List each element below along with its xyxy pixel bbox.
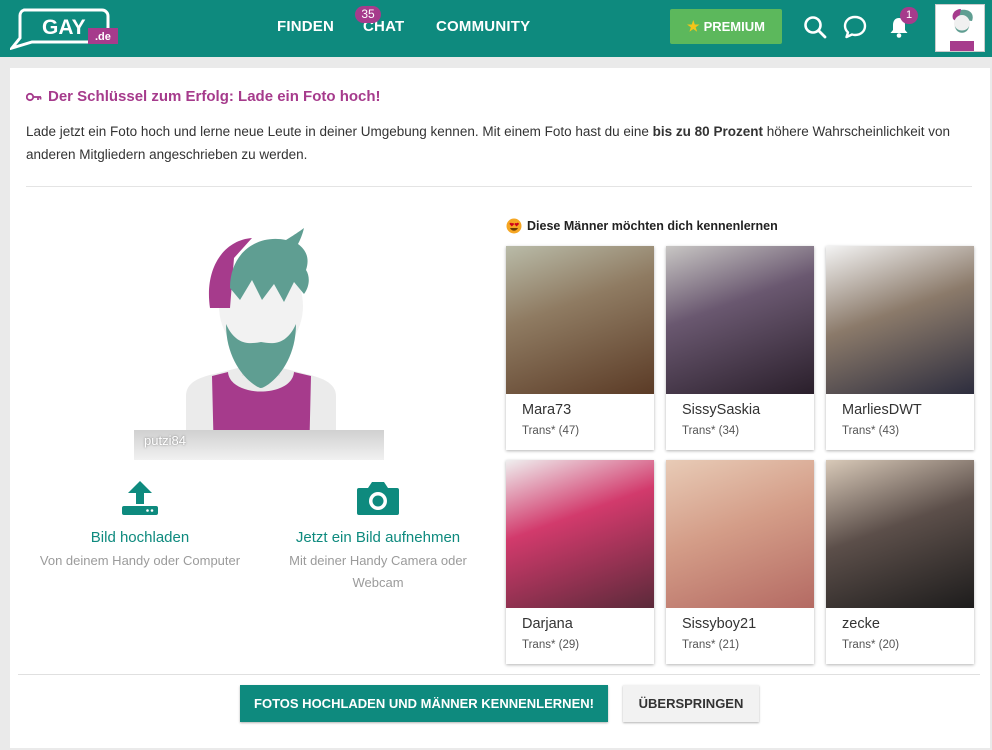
title-text: Der Schlüssel zum Erfolg: Lade ein Foto … [48, 88, 381, 105]
heart-eyes-emoji-icon [506, 218, 522, 234]
skip-button[interactable]: ÜBERSPRINGEN [623, 685, 759, 722]
profile-photo[interactable] [506, 460, 654, 608]
profile-placeholder-image [186, 228, 336, 460]
nav-finden[interactable]: FINDEN [277, 18, 334, 35]
page-title: Der Schlüssel zum Erfolg: Lade ein Foto … [26, 88, 381, 105]
upload-photo-option[interactable]: Bild hochladen Von deinem Handy oder Com… [20, 478, 260, 572]
profile-card[interactable]: Sissyboy21 Trans* (21) [666, 460, 814, 664]
key-icon [26, 92, 42, 101]
profile-photo[interactable] [826, 460, 974, 608]
profile-name[interactable]: zecke [842, 616, 974, 632]
profile-name[interactable]: Sissyboy21 [682, 616, 814, 632]
nav-community[interactable]: COMMUNITY [436, 18, 530, 35]
upload-photos-button[interactable]: FOTOS HOCHLADEN UND MÄNNER KENNENLERNEN! [240, 685, 608, 722]
profile-name[interactable]: SissySaskia [682, 402, 814, 418]
profile-card[interactable]: MarliesDWT Trans* (43) [826, 246, 974, 450]
profile-photo[interactable] [666, 460, 814, 608]
upload-sublabel: Von deinem Handy oder Computer [39, 553, 241, 568]
search-icon[interactable] [802, 14, 828, 40]
intro-text: Lade jetzt ein Foto hoch und lerne neue … [26, 120, 976, 166]
profile-meta: Trans* (47) [522, 425, 580, 437]
profile-card[interactable]: SissySaskia Trans* (34) [666, 246, 814, 450]
profile-card[interactable]: zecke Trans* (20) [826, 460, 974, 664]
intro-highlight: bis zu 80 Prozent [652, 124, 763, 139]
premium-button[interactable]: ★ PREMIUM [670, 9, 782, 44]
username-label: putzi84 [134, 430, 384, 460]
suggestions-heading: Diese Männer möchten dich kennenlernen [506, 218, 778, 234]
gay-de-logo[interactable]: GAY .de [10, 6, 122, 50]
take-photo-option[interactable]: Jetzt ein Bild aufnehmen Mit deiner Hand… [278, 478, 478, 594]
camera-sublabel: Mit deiner Handy Camera oder Webcam [289, 553, 467, 590]
upload-icon [122, 481, 158, 515]
chat-count-badge: 35 [355, 6, 381, 23]
profile-card[interactable]: Mara73 Trans* (47) [506, 246, 654, 450]
suggestions-heading-text: Diese Männer möchten dich kennenlernen [527, 219, 778, 233]
profile-name[interactable]: MarliesDWT [842, 402, 974, 418]
divider [26, 186, 972, 187]
user-avatar[interactable] [935, 4, 985, 52]
profile-meta: Trans* (21) [682, 639, 740, 651]
profile-meta: Trans* (43) [842, 425, 900, 437]
svg-text:GAY: GAY [42, 16, 86, 39]
bottom-divider [18, 674, 980, 675]
profile-name[interactable]: Darjana [522, 616, 654, 632]
camera-label: Jetzt ein Bild aufnehmen [295, 529, 461, 546]
top-navbar: GAY .de FINDEN CHAT 35 COMMUNITY ★ PREMI… [0, 0, 992, 57]
star-icon: ★ [687, 18, 700, 34]
camera-icon [357, 482, 399, 515]
upload-label: Bild hochladen [90, 529, 190, 546]
profile-photo[interactable] [826, 246, 974, 394]
profile-photo[interactable] [506, 246, 654, 394]
avatar-placeholder-icon [950, 9, 974, 51]
profile-name[interactable]: Mara73 [522, 402, 654, 418]
profile-meta: Trans* (20) [842, 639, 900, 651]
profile-photo[interactable] [666, 246, 814, 394]
intro-part-1: Lade jetzt ein Foto hoch und lerne neue … [26, 124, 653, 139]
svg-text:.de: .de [95, 31, 111, 43]
profile-meta: Trans* (29) [522, 639, 580, 651]
profile-meta: Trans* (34) [682, 425, 740, 437]
chat-bubble-icon[interactable] [842, 14, 868, 40]
profile-card[interactable]: Darjana Trans* (29) [506, 460, 654, 664]
premium-label: PREMIUM [703, 19, 765, 34]
upload-photo-card: Der Schlüssel zum Erfolg: Lade ein Foto … [10, 68, 990, 748]
notification-badge: 1 [900, 7, 918, 24]
